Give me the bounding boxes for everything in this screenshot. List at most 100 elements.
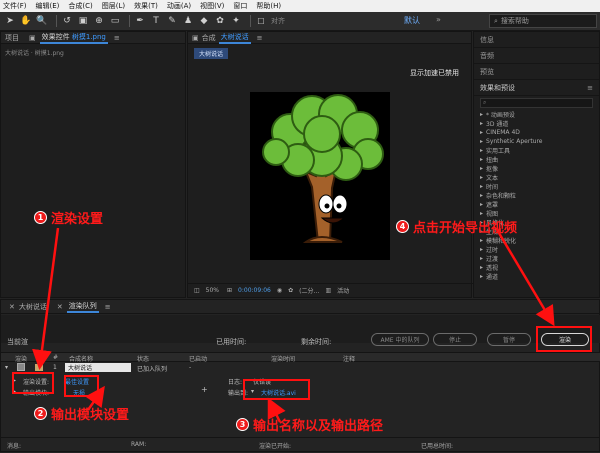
menu-edit[interactable]: 编辑(E) (36, 1, 60, 11)
expand-arrow-icon[interactable]: ▸ (480, 165, 483, 172)
tab-timeline[interactable]: 大树说话 (19, 302, 47, 312)
eraser-tool-icon[interactable]: ◆ (198, 15, 210, 27)
roto-tool-icon[interactable]: ✿ (214, 15, 226, 27)
effects-category-item[interactable]: ▸ 杂色和颗粒 (474, 191, 599, 200)
effects-category-item[interactable]: ▸ 过渡 (474, 254, 599, 263)
ame-queue-button[interactable]: AME 中的队列 (371, 333, 429, 346)
zoom-tool-icon[interactable]: 🔍 (36, 15, 48, 27)
render-checkbox[interactable] (17, 363, 25, 371)
mask-tool-icon[interactable]: ▭ (109, 15, 121, 27)
effects-category-item[interactable]: ▸ 时间 (474, 182, 599, 191)
search-help-input[interactable]: ⌕ 搜索帮助 (489, 14, 597, 28)
expand-arrow-icon[interactable]: ▸ (480, 174, 483, 181)
effects-category-item[interactable]: ▸ 遮罩 (474, 200, 599, 209)
col-status[interactable]: 状态 (137, 354, 149, 363)
expand-arrow-icon[interactable]: ▸ (480, 255, 483, 262)
expand-arrow-icon[interactable]: ▸ (480, 237, 483, 244)
audio-panel-tab[interactable]: 音频 (474, 48, 599, 64)
pen-tool-icon[interactable]: ✒ (134, 15, 146, 27)
expand-arrow-icon[interactable]: ▸ (480, 273, 483, 280)
stop-button[interactable]: 停止 (433, 333, 477, 346)
effects-category-item[interactable]: ▸ 模糊和锐化 (474, 236, 599, 245)
workspace-default-tab[interactable]: 默认 (404, 15, 420, 26)
menu-composition[interactable]: 合成(C) (68, 1, 92, 11)
expand-arrow-icon[interactable]: ▸ (480, 138, 483, 145)
expand-arrow-icon[interactable]: ▸ (480, 129, 483, 136)
expand-arrow-icon[interactable]: ▸ (480, 156, 483, 163)
col-comment[interactable]: 注释 (343, 354, 355, 363)
menu-view[interactable]: 视图(V) (200, 1, 224, 11)
expand-arrow-icon[interactable]: ▸ (480, 183, 483, 190)
tab-composition[interactable]: 合成 (202, 33, 216, 43)
effects-category-item[interactable]: ▸ * 动画预设 (474, 110, 599, 119)
row-comp-name[interactable]: 大树说话 (65, 363, 131, 372)
col-started[interactable]: 已启动 (189, 354, 207, 363)
expand-arrow-icon[interactable]: ▸ (480, 201, 483, 208)
type-tool-icon[interactable]: T (150, 15, 162, 27)
effects-category-item[interactable]: ▸ 3D 通道 (474, 119, 599, 128)
camera-tool-icon[interactable]: ▣ (77, 15, 89, 27)
hand-tool-icon[interactable]: ✋ (20, 15, 32, 27)
zoom-dropdown[interactable]: 50% (206, 287, 219, 294)
add-output-icon[interactable]: + (201, 385, 208, 394)
expand-arrow-icon[interactable]: ▸ (480, 210, 483, 217)
col-number[interactable]: # (53, 354, 58, 361)
current-timecode[interactable]: 0:00:09:06 (238, 287, 271, 294)
effects-category-item[interactable]: ▸ CINEMA 4D (474, 128, 599, 137)
brush-tool-icon[interactable]: ✎ (166, 15, 178, 27)
menu-window[interactable]: 窗口 (233, 1, 247, 11)
info-panel-tab[interactable]: 信息 (474, 32, 599, 48)
comp-chip[interactable]: 大树说话 (194, 48, 229, 59)
region-icon[interactable]: ▥ (325, 287, 331, 294)
expand-arrow-icon[interactable]: ▸ (480, 120, 483, 127)
tab-project[interactable]: 项目 (5, 33, 19, 43)
pause-button[interactable]: 暂停 (487, 333, 531, 346)
menu-effect[interactable]: 效果(T) (134, 1, 158, 11)
panel-menu-icon[interactable]: ≡ (114, 34, 120, 42)
panel-menu-icon[interactable]: ≡ (257, 34, 263, 42)
expand-arrow-icon[interactable]: ▸ (480, 111, 483, 118)
snapshot-icon[interactable]: ◉ (277, 287, 282, 294)
resolution-dropdown[interactable]: (二分… (299, 286, 319, 295)
comp-viewer[interactable] (250, 92, 390, 260)
effects-category-item[interactable]: ▸ 实用工具 (474, 146, 599, 155)
close-icon[interactable]: ✕ (9, 303, 15, 311)
effects-category-item[interactable]: ▸ Synthetic Aperture (474, 137, 599, 146)
snap-checkbox-icon[interactable]: ☐ (255, 15, 267, 27)
effects-category-item[interactable]: ▸ 透视 (474, 263, 599, 272)
expand-arrow-icon[interactable]: ▸ (480, 264, 483, 271)
color-icon[interactable]: ✿ (288, 287, 293, 294)
menu-animation[interactable]: 动画(A) (167, 1, 191, 11)
expand-arrow-icon[interactable]: ▾ (5, 364, 8, 371)
tab-effects-controls[interactable]: 效果控件 树摸1.png (39, 32, 108, 44)
safe-zone-icon[interactable]: ⊞ (227, 287, 232, 294)
col-comp-name[interactable]: 合成名称 (69, 354, 93, 363)
queue-row[interactable]: ▾ 1 大树说话 已加入队列 - (1, 363, 600, 373)
expand-arrow-icon[interactable]: ▸ (480, 246, 483, 253)
effects-category-item[interactable]: ▸ 扭曲 (474, 155, 599, 164)
effects-category-item[interactable]: ▸ 通道 (474, 272, 599, 281)
effects-category-item[interactable]: ▸ 抠像 (474, 164, 599, 173)
panel-menu-icon[interactable]: ≡ (587, 84, 593, 92)
col-render-time[interactable]: 渲染时间 (271, 354, 295, 363)
close-icon[interactable]: ✕ (57, 303, 63, 311)
pan-behind-tool-icon[interactable]: ⊕ (93, 15, 105, 27)
selection-tool-icon[interactable]: ➤ (4, 15, 16, 27)
menu-file[interactable]: 文件(F) (3, 1, 27, 11)
preview-panel-tab[interactable]: 预览 (474, 64, 599, 80)
comp-name-tab[interactable]: 大树说话 (218, 32, 251, 44)
expand-arrow-icon[interactable]: ▸ (480, 192, 483, 199)
col-render[interactable]: 渲染 (15, 354, 27, 363)
menu-layer[interactable]: 图层(L) (102, 1, 125, 11)
effects-category-item[interactable]: ▸ 文本 (474, 173, 599, 182)
expand-arrow-icon[interactable]: ▸ (480, 147, 483, 154)
panel-menu-icon[interactable]: ≡ (105, 303, 111, 311)
pin-tool-icon[interactable]: ✦ (230, 15, 242, 27)
tab-render-queue[interactable]: 渲染队列 (66, 301, 99, 313)
rotate-tool-icon[interactable]: ↺ (61, 15, 73, 27)
menu-help[interactable]: 帮助(H) (256, 1, 281, 11)
magnify-icon[interactable]: ◫ (194, 287, 200, 294)
stamp-tool-icon[interactable]: ♟ (182, 15, 194, 27)
effects-category-item[interactable]: ▸ 过时 (474, 245, 599, 254)
label-color-swatch[interactable] (35, 364, 43, 371)
